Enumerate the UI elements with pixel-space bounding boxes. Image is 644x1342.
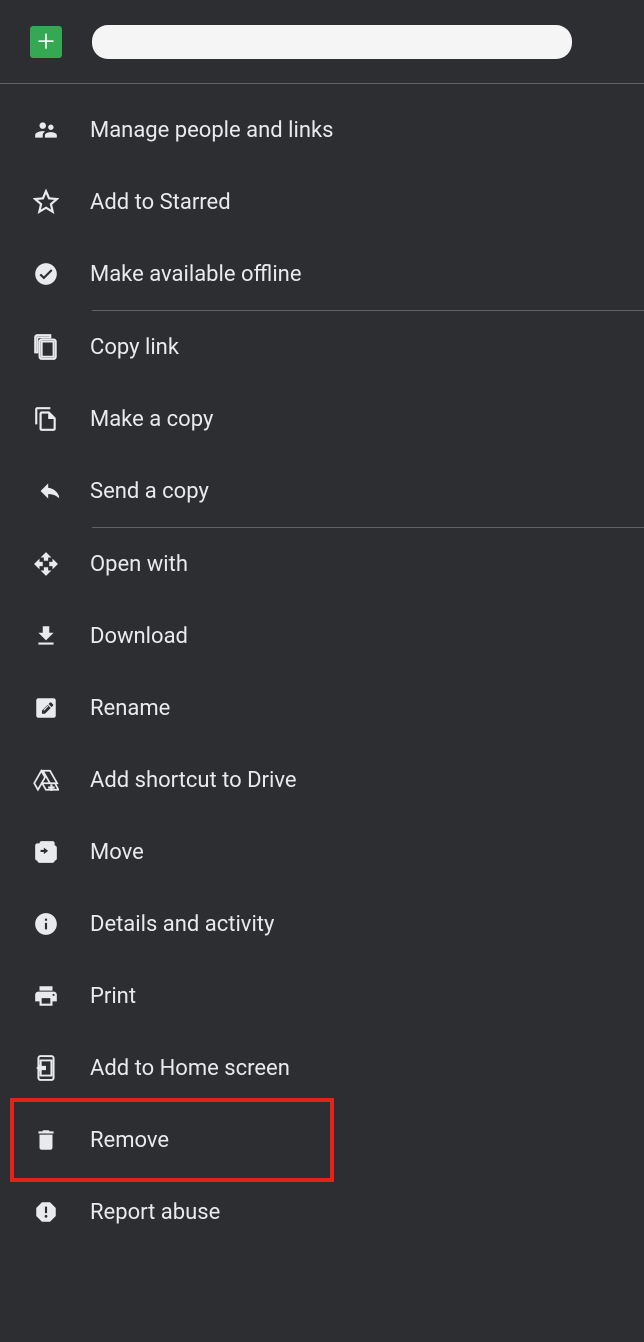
menu-label: Add shortcut to Drive: [90, 768, 297, 793]
info-icon: [32, 910, 60, 938]
menu-label: Details and activity: [90, 912, 274, 937]
menu-label: Print: [90, 984, 136, 1009]
menu-item-report-abuse[interactable]: Report abuse: [0, 1176, 644, 1248]
drive-shortcut-icon: [32, 766, 60, 794]
menu-label: Copy link: [90, 335, 179, 360]
menu-label: Move: [90, 840, 144, 865]
file-copy-icon: [32, 405, 60, 433]
menu-item-remove[interactable]: Remove: [0, 1104, 644, 1176]
menu-item-home-screen[interactable]: Add to Home screen: [0, 1032, 644, 1104]
open-with-icon: [32, 550, 60, 578]
menu-label: Download: [90, 624, 188, 649]
folder-move-icon: [32, 838, 60, 866]
report-icon: [32, 1198, 60, 1226]
menu-label: Report abuse: [90, 1200, 220, 1225]
menu-item-offline[interactable]: Make available offline: [0, 238, 644, 310]
menu-item-details[interactable]: Details and activity: [0, 888, 644, 960]
menu-item-download[interactable]: Download: [0, 600, 644, 672]
download-icon: [32, 622, 60, 650]
menu-item-move[interactable]: Move: [0, 816, 644, 888]
menu-label: Make a copy: [90, 407, 213, 432]
rename-icon: [32, 694, 60, 722]
menu-label: Add to Starred: [90, 190, 231, 215]
copy-link-icon: [32, 333, 60, 361]
menu-item-send-copy[interactable]: Send a copy: [0, 455, 644, 527]
trash-icon: [32, 1126, 60, 1154]
print-icon: [32, 982, 60, 1010]
menu-item-manage-people[interactable]: Manage people and links: [0, 94, 644, 166]
context-menu: Manage people and links Add to Starred M…: [0, 84, 644, 1248]
menu-label: Send a copy: [90, 479, 209, 504]
menu-label: Manage people and links: [90, 118, 334, 143]
menu-item-print[interactable]: Print: [0, 960, 644, 1032]
menu-label: Open with: [90, 552, 188, 577]
menu-label: Remove: [90, 1128, 169, 1153]
star-icon: [32, 188, 60, 216]
menu-item-make-copy[interactable]: Make a copy: [0, 383, 644, 455]
menu-label: Rename: [90, 696, 170, 721]
menu-label: Add to Home screen: [90, 1056, 290, 1081]
menu-item-add-starred[interactable]: Add to Starred: [0, 166, 644, 238]
menu-item-rename[interactable]: Rename: [0, 672, 644, 744]
menu-item-copy-link[interactable]: Copy link: [0, 311, 644, 383]
file-title-redacted: [92, 25, 572, 59]
menu-label: Make available offline: [90, 262, 301, 287]
send-icon: [32, 477, 60, 505]
menu-item-open-with[interactable]: Open with: [0, 528, 644, 600]
offline-icon: [32, 260, 60, 288]
sheets-file-icon: [30, 26, 62, 58]
add-home-icon: [32, 1054, 60, 1082]
menu-item-shortcut[interactable]: Add shortcut to Drive: [0, 744, 644, 816]
file-header: [0, 0, 644, 84]
people-icon: [32, 116, 60, 144]
